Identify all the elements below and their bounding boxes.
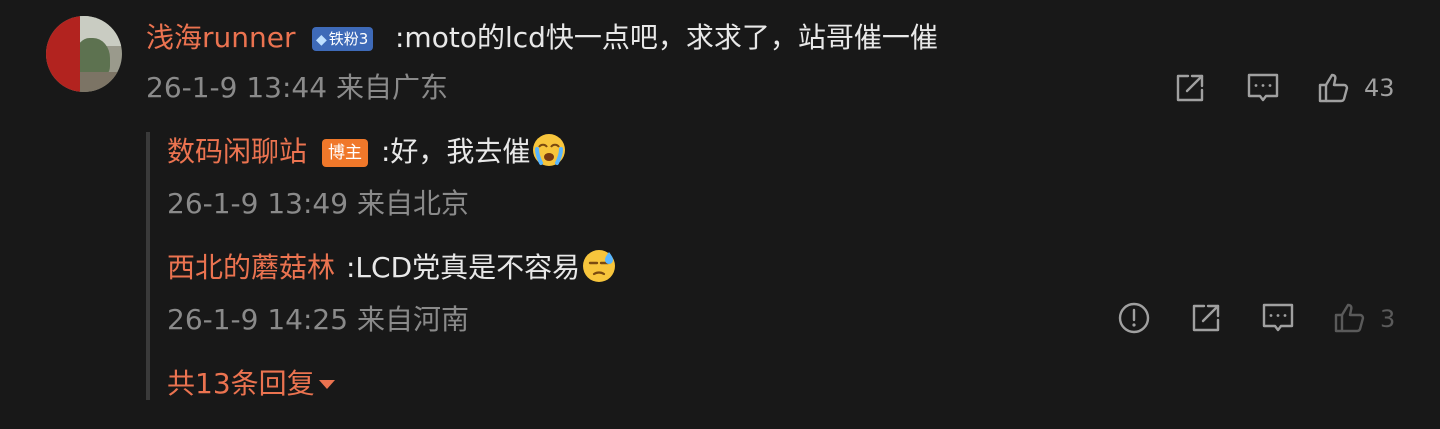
main-comment-meta: 26-1-9 13:44 来自广东 xyxy=(146,71,448,104)
like-icon[interactable] xyxy=(1332,300,1368,336)
more-replies-link[interactable]: 共13条回复 xyxy=(167,364,335,404)
fan-badge-label: 铁粉3 xyxy=(328,30,369,48)
reply-text-content: :好，我去催 xyxy=(381,135,531,168)
caret-down-icon xyxy=(318,380,335,389)
share-icon[interactable] xyxy=(1188,300,1224,336)
more-replies-label: 共13条回复 xyxy=(167,367,315,400)
diamond-icon: ◆ xyxy=(316,32,327,48)
reply-meta: 26-1-9 14:25 来自河南 xyxy=(167,303,469,336)
host-badge[interactable]: 博主 xyxy=(322,139,368,167)
reply-meta: 26-1-9 13:49 来自北京 xyxy=(167,187,469,220)
reply-username[interactable]: 西北的蘑菇林 xyxy=(167,248,335,288)
sweat-face-emoji xyxy=(582,249,616,283)
like-icon[interactable] xyxy=(1316,70,1352,106)
main-comment-text: :moto的lcd快一点吧，求求了，站哥催一催 xyxy=(395,21,938,54)
reply-text-content: :LCD党真是不容易 xyxy=(346,251,581,284)
report-icon[interactable] xyxy=(1116,300,1152,336)
comment-icon[interactable] xyxy=(1245,70,1281,106)
thread-line xyxy=(146,132,150,400)
reply-text: :好，我去催 xyxy=(381,132,566,172)
avatar[interactable] xyxy=(46,16,122,92)
share-icon[interactable] xyxy=(1172,70,1208,106)
reply-like-count: 3 xyxy=(1380,305,1396,333)
reply-text: :LCD党真是不容易 xyxy=(346,248,616,288)
main-username[interactable]: 浅海runner xyxy=(146,18,296,58)
comment-icon[interactable] xyxy=(1260,300,1296,336)
reply-username[interactable]: 数码闲聊站 xyxy=(167,132,307,172)
fan-badge[interactable]: ◆ 铁粉3 xyxy=(312,27,374,51)
main-like-count: 43 xyxy=(1364,74,1395,102)
crying-face-emoji xyxy=(532,133,566,167)
